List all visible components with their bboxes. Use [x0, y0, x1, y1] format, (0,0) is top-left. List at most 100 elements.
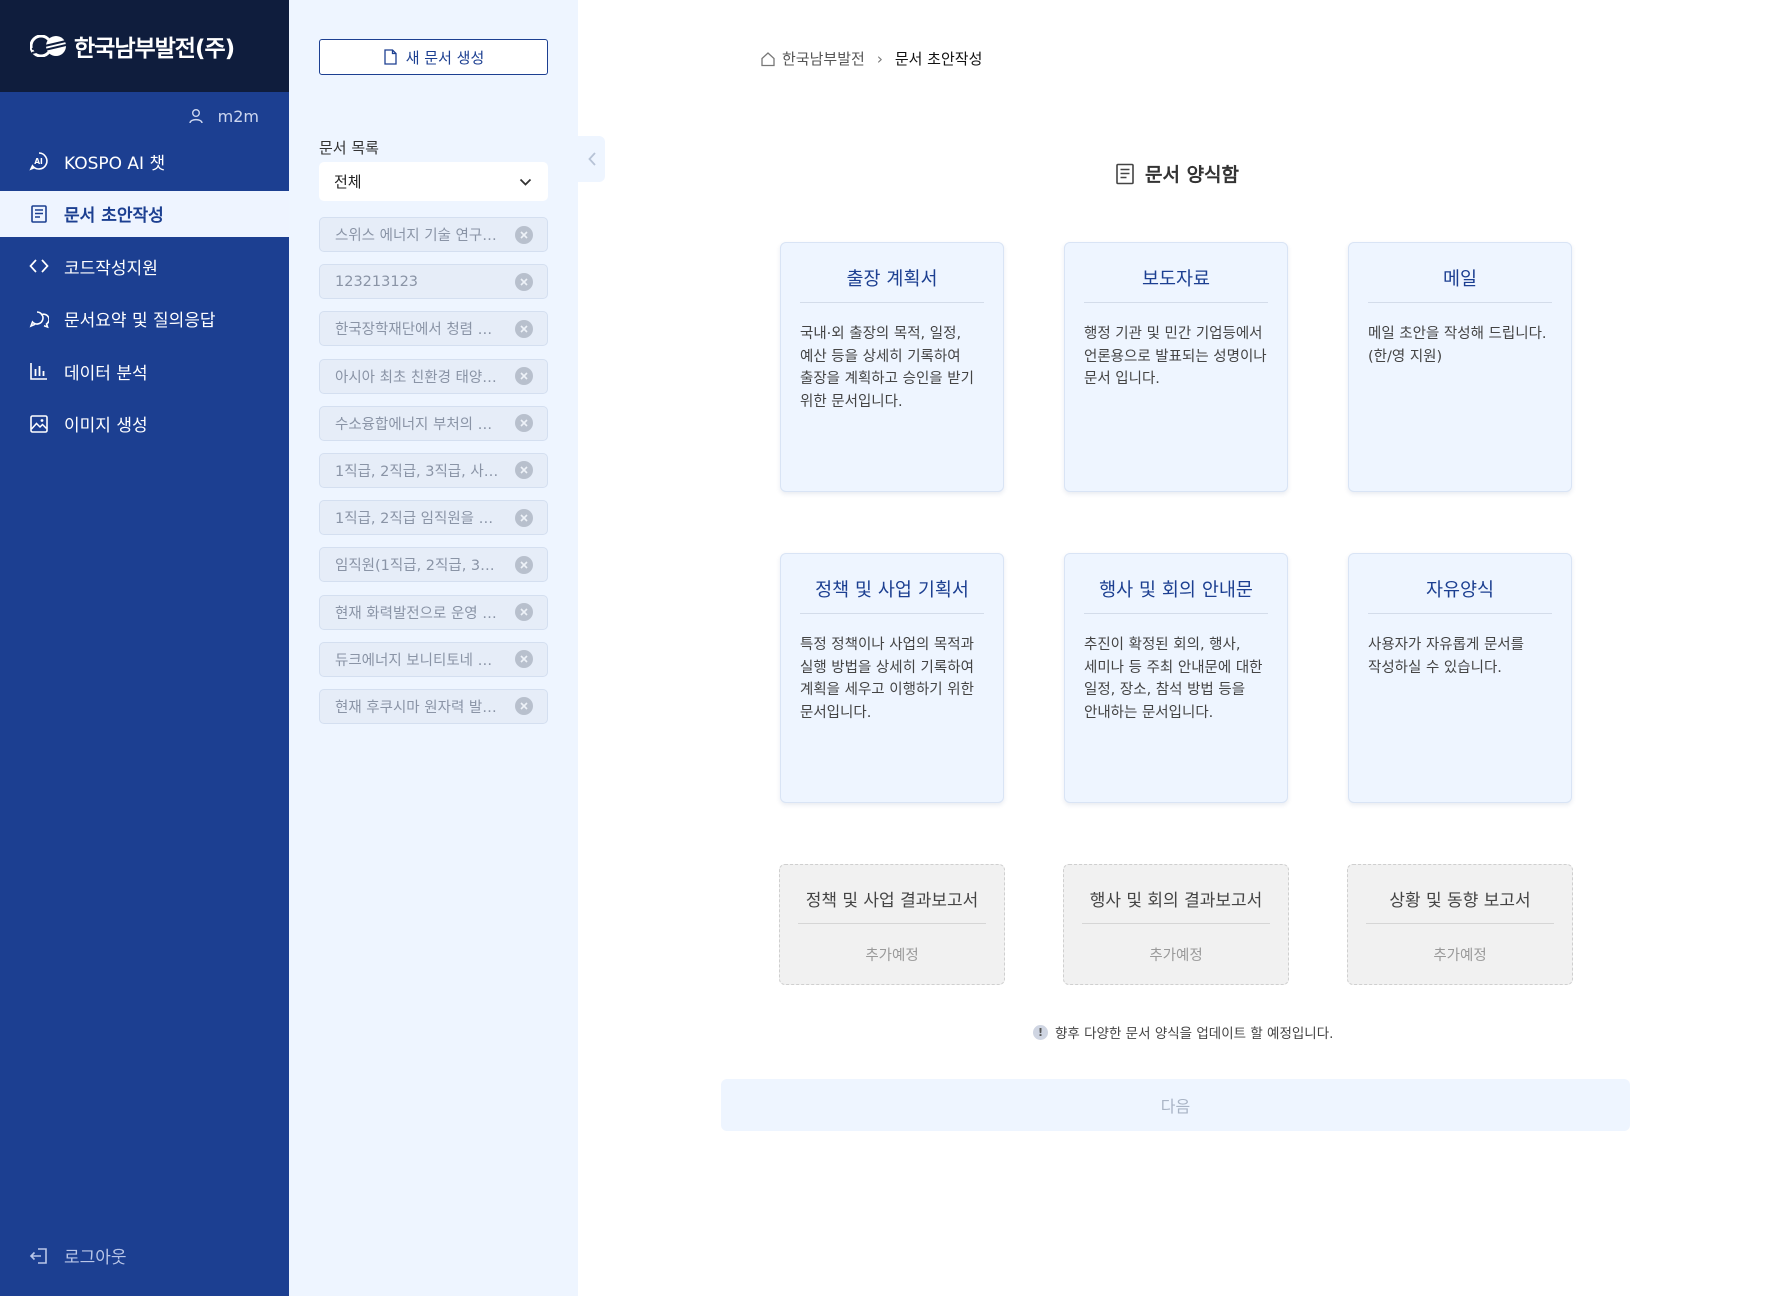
logout-icon [29, 1247, 47, 1264]
delete-document-button[interactable] [515, 272, 533, 291]
document-filter-select[interactable]: 전체 [319, 162, 548, 201]
svg-text:AI: AI [34, 157, 43, 166]
document-title: 1직급, 2직급 임직원을 대상으로 [335, 511, 505, 528]
update-notice: ! 향후 다양한 문서 양식을 업데이트 할 예정입니다. [1033, 1022, 1333, 1042]
template-card-mail[interactable]: 메일 메일 초안을 작성해 드립니다. (한/영 지원) [1348, 242, 1572, 492]
sidebar-item-summary-qa[interactable]: 문서요약 및 질의응답 [0, 296, 289, 342]
template-card-business-trip[interactable]: 출장 계획서 국내·외 출장의 목적, 일정, 예산 등을 상세히 기록하여 출… [780, 242, 1004, 492]
delete-document-button[interactable] [515, 555, 533, 574]
card-title: 행사 및 회의 안내문 [1084, 554, 1268, 614]
document-title: 한국장학재단에서 청렴 관련 교육 [335, 322, 505, 339]
document-list-item[interactable]: 1직급, 2직급, 3직급, 사원 대상 [319, 452, 548, 488]
document-list: 스위스 에너지 기술 연구소의 최신 동향 123213123 한국장학재단에서… [319, 217, 548, 736]
document-list-label: 문서 목록 [319, 139, 379, 157]
card-title: 상황 및 동향 보고서 [1366, 865, 1554, 924]
document-list-item[interactable]: 1직급, 2직급 임직원을 대상으로 [319, 500, 548, 536]
card-description: 행정 기관 및 민간 기업등에서 언론용으로 발표되는 성명이나 문서 입니다. [1084, 326, 1267, 387]
sidebar-item-label: 데이터 분석 [64, 363, 148, 384]
template-card-free-form[interactable]: 자유양식 사용자가 자유롭게 문서를 작성하실 수 있습니다. [1348, 553, 1572, 803]
document-title: 현재 후쿠시마 원자력 발전소 현황 [335, 699, 505, 716]
template-card-policy-plan[interactable]: 정책 및 사업 기획서 특정 정책이나 사업의 목적과 실행 방법을 상세히 기… [780, 553, 1004, 803]
sidebar-item-label: 코드작성지원 [64, 258, 158, 279]
sidebar-item-label: 문서요약 및 질의응답 [64, 311, 216, 331]
delete-document-button[interactable] [515, 603, 533, 621]
delete-document-button[interactable] [515, 508, 533, 527]
delete-document-button[interactable] [515, 461, 533, 480]
sidebar-item-ai-chat[interactable]: AI KOSPO AI 챗 [0, 138, 289, 184]
close-icon [520, 372, 528, 380]
coming-soon-label: 추가예정 [1433, 948, 1487, 964]
close-icon [520, 419, 528, 427]
close-icon [520, 514, 528, 522]
close-icon [520, 702, 528, 710]
delete-document-button[interactable] [515, 225, 533, 244]
document-title: 1직급, 2직급, 3직급, 사원 대상 [335, 463, 505, 480]
template-card-press-release[interactable]: 보도자료 행정 기관 및 민간 기업등에서 언론용으로 발표되는 성명이나 문서… [1064, 242, 1288, 492]
card-title: 출장 계획서 [800, 243, 984, 303]
close-icon [520, 655, 528, 663]
close-icon [520, 466, 528, 475]
sidebar-nav: AI KOSPO AI 챗 문서 초안작성 코드작성지원 문서요약 및 질의응답 [0, 138, 289, 453]
document-list-item[interactable]: 임직원(1직급, 2직급, 3직급) 대상 [319, 547, 548, 583]
document-list-item[interactable]: 123213123 [319, 264, 548, 300]
document-list-item[interactable]: 아시아 최초 친환경 태양광 발전소 [319, 358, 548, 394]
document-panel-collapse-button[interactable] [578, 136, 605, 182]
card-title: 정책 및 사업 결과보고서 [798, 865, 986, 924]
logo-icon [30, 35, 67, 57]
breadcrumb: 한국남부발전 › 문서 초안작성 [760, 48, 982, 69]
document-title: 스위스 에너지 기술 연구소의 최신 동향 [335, 228, 505, 244]
delete-document-button[interactable] [515, 367, 533, 386]
delete-document-button[interactable] [515, 650, 533, 669]
chat-bubble-icon [29, 310, 49, 328]
image-icon [30, 414, 48, 433]
logo-bar: 한국남부발전(주) [0, 0, 289, 92]
document-icon [1116, 163, 1134, 184]
document-list-item[interactable]: 현재 후쿠시마 원자력 발전소 현황 [319, 688, 548, 724]
document-list-item[interactable]: 현재 화력발전으로 운영 중인 [319, 594, 548, 630]
close-icon [520, 278, 528, 286]
logout-label: 로그아웃 [64, 1248, 127, 1268]
user-icon [188, 109, 203, 124]
document-list-item[interactable]: 수소융합에너지 부처의 정책 방향 [319, 405, 548, 441]
logo-text: 한국남부발전(주) [74, 36, 235, 62]
close-icon [520, 325, 528, 333]
sidebar-item-label: KOSPO AI 챗 [64, 153, 166, 174]
page-title-text: 문서 양식함 [1145, 164, 1240, 186]
sidebar-item-document-draft[interactable]: 문서 초안작성 [0, 190, 289, 237]
breadcrumb-separator: › [876, 49, 883, 68]
new-document-button[interactable]: 새 문서 생성 [319, 39, 548, 75]
chevron-down-icon [519, 178, 532, 186]
card-title: 자유양식 [1368, 554, 1552, 614]
new-file-icon [384, 49, 397, 65]
page-title: 문서 양식함 [1115, 160, 1239, 187]
sidebar-item-code-support[interactable]: 코드작성지원 [0, 243, 289, 289]
card-title: 정책 및 사업 기획서 [800, 554, 984, 614]
document-title: 듀크에너지 보니티토네 발전소 [335, 652, 505, 669]
sidebar-item-image-gen[interactable]: 이미지 생성 [0, 401, 289, 447]
next-button[interactable]: 다음 [721, 1079, 1630, 1131]
delete-document-button[interactable] [515, 414, 533, 433]
sidebar-item-label: 문서 초안작성 [64, 206, 164, 226]
delete-document-button[interactable] [515, 319, 533, 338]
document-title: 아시아 최초 친환경 태양광 발전소 [335, 369, 505, 386]
document-list-item[interactable]: 듀크에너지 보니티토네 발전소 [319, 641, 548, 677]
document-title: 123213123 [335, 273, 419, 290]
info-icon: ! [1033, 1024, 1048, 1040]
document-list-item[interactable]: 스위스 에너지 기술 연구소의 최신 동향 [319, 217, 548, 252]
bar-chart-icon [30, 363, 47, 380]
card-description: 사용자가 자유롭게 문서를 작성하실 수 있습니다. [1368, 637, 1524, 676]
template-card-event-notice[interactable]: 행사 및 회의 안내문 추진이 확정된 회의, 행사, 세미나 등 주최 안내문… [1064, 553, 1288, 803]
template-card-policy-result-disabled: 정책 및 사업 결과보고서 추가예정 [779, 864, 1005, 985]
home-icon [761, 51, 775, 66]
coming-soon-label: 추가예정 [1149, 948, 1203, 964]
delete-document-button[interactable] [515, 697, 533, 716]
document-list-item[interactable]: 한국장학재단에서 청렴 관련 교육 [319, 311, 548, 347]
sidebar: 한국남부발전(주) m2m AI KOSPO AI 챗 문서 초안작성 코드작성… [0, 0, 289, 1296]
template-card-trend-report-disabled: 상황 및 동향 보고서 추가예정 [1347, 864, 1573, 985]
breadcrumb-home[interactable]: 한국남부발전 [782, 48, 865, 69]
logout-button[interactable]: 로그아웃 [29, 1243, 127, 1268]
sidebar-item-data-analysis[interactable]: 데이터 분석 [0, 348, 289, 394]
code-icon [29, 259, 49, 273]
document-title: 현재 화력발전으로 운영 중인 [335, 605, 505, 622]
chevron-left-icon [587, 152, 596, 166]
